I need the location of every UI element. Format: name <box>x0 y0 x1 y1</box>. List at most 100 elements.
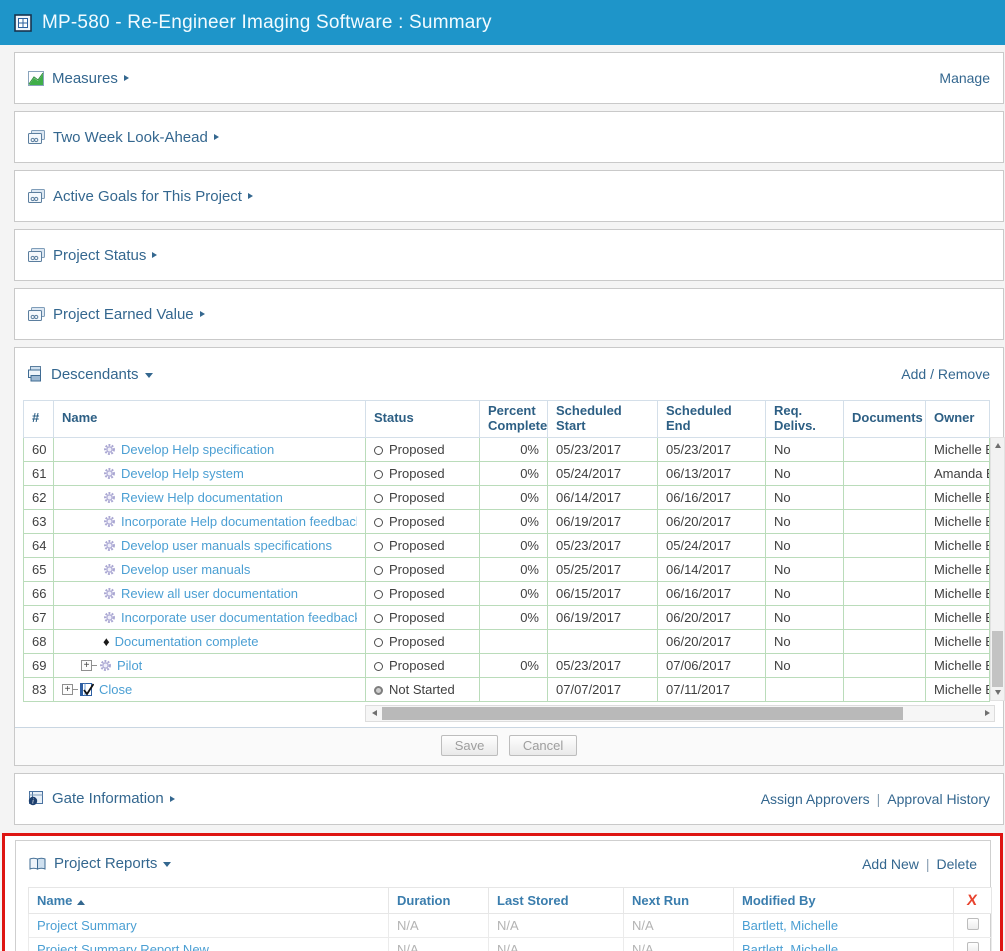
horizontal-scrollbar[interactable] <box>365 705 995 722</box>
scheduled-start-cell[interactable]: 06/19/2017 <box>548 605 658 629</box>
col-number[interactable]: # <box>24 401 54 438</box>
scheduled-start-cell[interactable]: 05/23/2017 <box>548 437 658 461</box>
percent-complete-cell[interactable]: 0% <box>480 509 548 533</box>
scheduled-start-cell[interactable]: 05/23/2017 <box>548 533 658 557</box>
section-title-project-earned-value[interactable]: Project Earned Value <box>53 306 194 323</box>
section-title-gate-information[interactable]: Gate Information <box>52 790 164 807</box>
percent-complete-cell[interactable]: 0% <box>480 485 548 509</box>
col-modified-by[interactable]: Modified By <box>734 887 954 913</box>
section-title-project-status[interactable]: Project Status <box>53 247 146 264</box>
scheduled-start-cell[interactable]: 07/07/2017 <box>548 677 658 701</box>
expand-toggle[interactable]: + <box>62 684 73 695</box>
section-title-measures[interactable]: Measures <box>52 70 118 87</box>
section-title-descendants[interactable]: Descendants <box>51 366 139 383</box>
col-next-run[interactable]: Next Run <box>624 887 734 913</box>
task-name-link[interactable]: Documentation complete <box>115 634 259 649</box>
scheduled-end-cell[interactable]: 07/11/2017 <box>658 677 766 701</box>
caret-right-icon[interactable] <box>152 252 157 258</box>
scheduled-end-cell[interactable]: 05/23/2017 <box>658 437 766 461</box>
scheduled-start-cell[interactable] <box>548 629 658 653</box>
scheduled-end-cell[interactable]: 05/24/2017 <box>658 533 766 557</box>
caret-right-icon[interactable] <box>124 75 129 81</box>
assign-approvers-link[interactable]: Assign Approvers <box>761 791 870 807</box>
tree-connector <box>73 689 78 690</box>
add-remove-link[interactable]: Add / Remove <box>901 366 990 382</box>
scroll-left-button[interactable] <box>366 710 382 716</box>
col-scheduled-start[interactable]: Scheduled Start <box>548 401 658 438</box>
vertical-scrollbar-thumb[interactable] <box>992 631 1003 687</box>
task-name-link[interactable]: Develop Help system <box>121 466 244 481</box>
section-title-two-week-look-ahead[interactable]: Two Week Look-Ahead <box>53 129 208 146</box>
task-name-link[interactable]: Incorporate user documentation feedback <box>121 610 357 625</box>
scheduled-end-cell[interactable]: 06/13/2017 <box>658 461 766 485</box>
col-owner[interactable]: Owner <box>926 401 990 438</box>
modified-by-link[interactable]: Bartlett, Michelle <box>742 942 838 951</box>
task-name-link[interactable]: Pilot <box>117 658 142 673</box>
scroll-up-button[interactable] <box>991 438 1004 453</box>
percent-complete-cell[interactable]: 0% <box>480 605 548 629</box>
cancel-button[interactable]: Cancel <box>509 735 577 756</box>
col-scheduled-end[interactable]: Scheduled End <box>658 401 766 438</box>
task-name-link[interactable]: Develop user manuals specifications <box>121 538 332 553</box>
scheduled-end-cell[interactable]: 06/20/2017 <box>658 509 766 533</box>
vertical-scrollbar[interactable] <box>990 437 1005 701</box>
report-select-checkbox[interactable] <box>967 918 979 930</box>
report-select-checkbox[interactable] <box>967 942 979 951</box>
delete-link[interactable]: Delete <box>937 856 977 872</box>
task-name-link[interactable]: Close <box>99 682 132 697</box>
modified-by-link[interactable]: Bartlett, Michelle <box>742 918 838 933</box>
col-last-stored[interactable]: Last Stored <box>489 887 624 913</box>
task-name-link[interactable]: Incorporate Help documentation feedback <box>121 514 357 529</box>
scheduled-start-cell[interactable]: 06/19/2017 <box>548 509 658 533</box>
task-name-link[interactable]: Develop Help specification <box>121 442 274 457</box>
scheduled-end-cell[interactable]: 07/06/2017 <box>658 653 766 677</box>
add-new-link[interactable]: Add New <box>862 856 919 872</box>
caret-right-icon[interactable] <box>214 134 219 140</box>
section-title-active-goals[interactable]: Active Goals for This Project <box>53 188 242 205</box>
scheduled-end-cell[interactable]: 06/16/2017 <box>658 581 766 605</box>
scheduled-end-cell[interactable]: 06/20/2017 <box>658 605 766 629</box>
section-title-project-reports[interactable]: Project Reports <box>54 855 157 872</box>
scheduled-end-cell[interactable]: 06/14/2017 <box>658 557 766 581</box>
col-req-delivs[interactable]: Req. Delivs. <box>766 401 844 438</box>
task-name-link[interactable]: Review all user documentation <box>121 586 298 601</box>
col-percent-complete[interactable]: Percent Complete <box>480 401 548 438</box>
scheduled-start-cell[interactable]: 06/15/2017 <box>548 581 658 605</box>
save-button[interactable]: Save <box>441 735 499 756</box>
col-status[interactable]: Status <box>366 401 480 438</box>
caret-right-icon[interactable] <box>248 193 253 199</box>
scheduled-start-cell[interactable]: 05/25/2017 <box>548 557 658 581</box>
scroll-down-button[interactable] <box>991 685 1004 700</box>
delete-x-icon[interactable]: X <box>966 892 978 909</box>
col-report-name[interactable]: Name <box>29 887 389 913</box>
task-name-link[interactable]: Develop user manuals <box>121 562 250 577</box>
percent-complete-cell[interactable]: 0% <box>480 653 548 677</box>
col-documents[interactable]: Documents <box>844 401 926 438</box>
col-duration[interactable]: Duration <box>389 887 489 913</box>
percent-complete-cell[interactable]: 0% <box>480 557 548 581</box>
percent-complete-cell[interactable]: 0% <box>480 533 548 557</box>
scheduled-end-cell[interactable]: 06/20/2017 <box>658 629 766 653</box>
report-name-link[interactable]: Project Summary <box>37 918 137 933</box>
caret-down-icon[interactable] <box>163 862 171 867</box>
expand-toggle[interactable]: + <box>81 660 92 671</box>
percent-complete-cell[interactable] <box>480 629 548 653</box>
scheduled-start-cell[interactable]: 06/14/2017 <box>548 485 658 509</box>
scheduled-start-cell[interactable]: 05/24/2017 <box>548 461 658 485</box>
caret-right-icon[interactable] <box>170 796 175 802</box>
manage-link[interactable]: Manage <box>939 70 990 86</box>
percent-complete-cell[interactable]: 0% <box>480 461 548 485</box>
caret-down-icon[interactable] <box>145 373 153 378</box>
report-name-link[interactable]: Project Summary Report New <box>37 942 209 951</box>
percent-complete-cell[interactable]: 0% <box>480 581 548 605</box>
col-name[interactable]: Name <box>54 401 366 438</box>
percent-complete-cell[interactable] <box>480 677 548 701</box>
scheduled-end-cell[interactable]: 06/16/2017 <box>658 485 766 509</box>
horizontal-scrollbar-thumb[interactable] <box>382 707 903 720</box>
approval-history-link[interactable]: Approval History <box>887 791 990 807</box>
scheduled-start-cell[interactable]: 05/23/2017 <box>548 653 658 677</box>
task-name-link[interactable]: Review Help documentation <box>121 490 283 505</box>
percent-complete-cell[interactable]: 0% <box>480 437 548 461</box>
scroll-right-button[interactable] <box>985 706 990 721</box>
caret-right-icon[interactable] <box>200 311 205 317</box>
